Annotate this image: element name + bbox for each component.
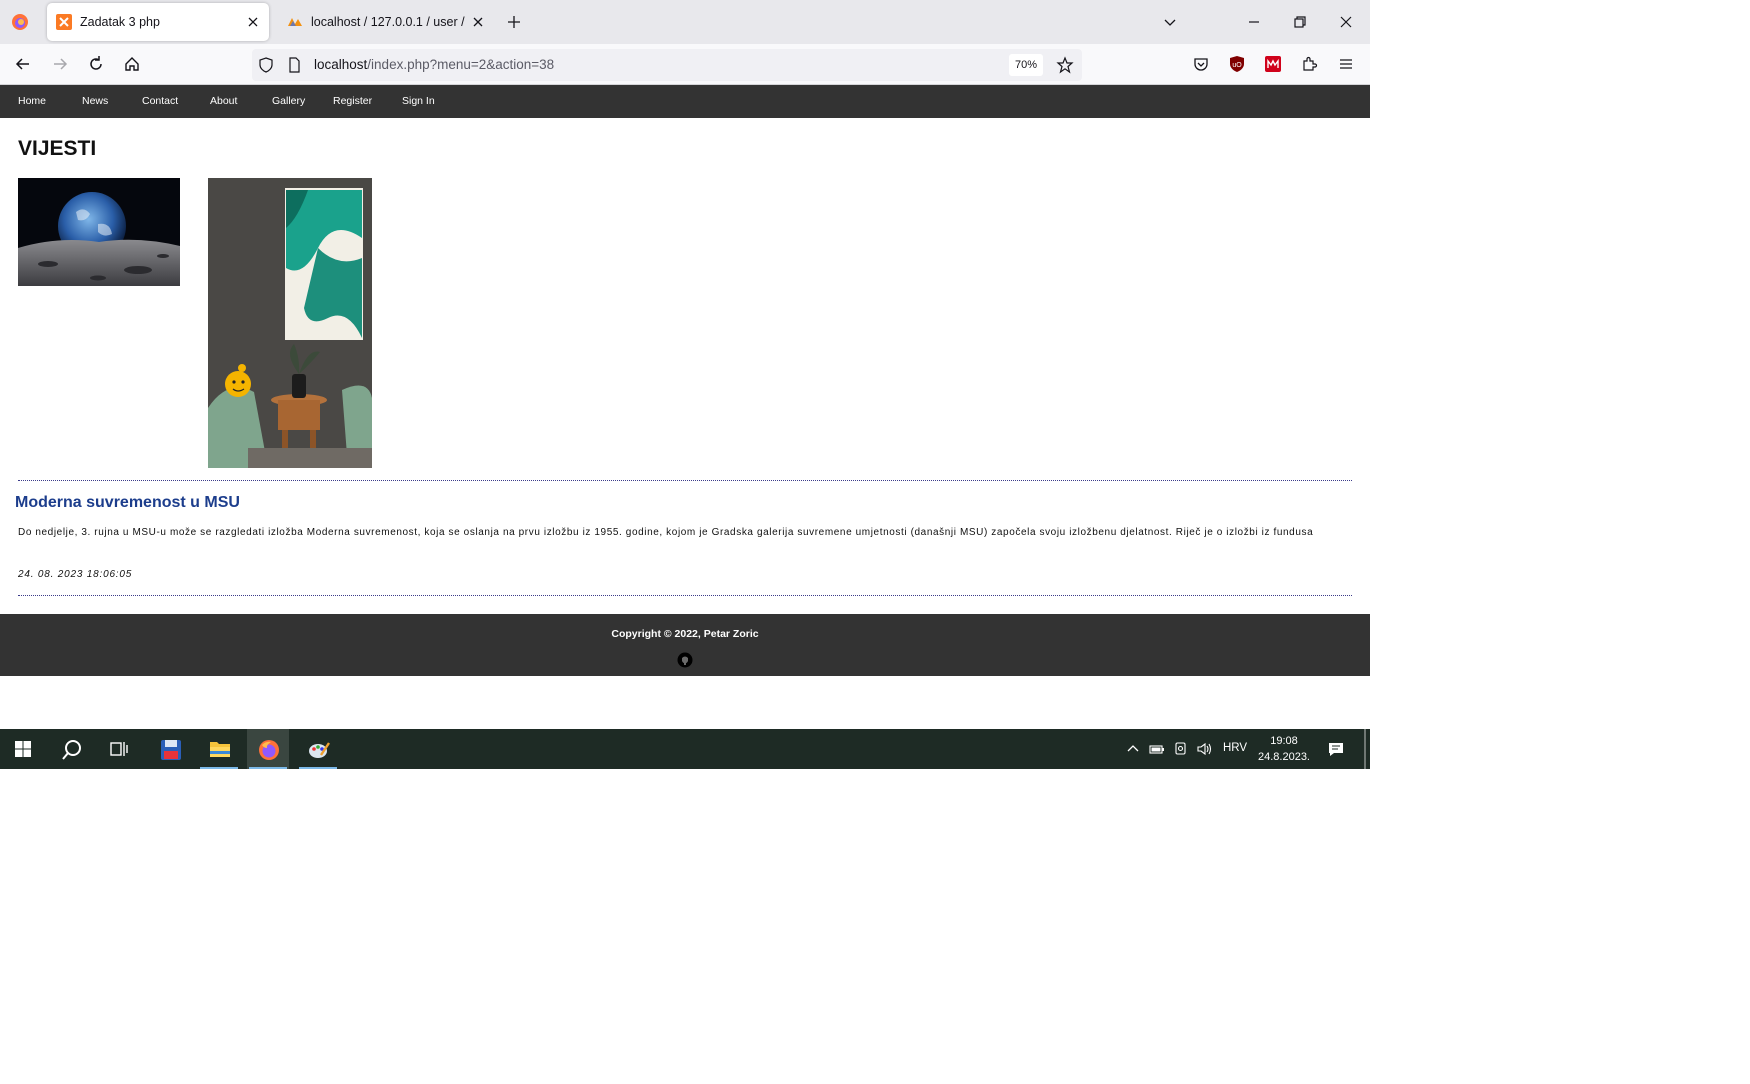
extensions-icon[interactable] (1300, 55, 1318, 73)
page-info-icon[interactable] (286, 57, 302, 73)
show-desktop-button[interactable] (1364, 729, 1366, 769)
close-tab-icon[interactable] (471, 15, 485, 29)
list-all-tabs-icon[interactable] (1162, 14, 1178, 30)
pocket-icon[interactable] (1192, 55, 1210, 73)
chevron-up-icon[interactable] (1125, 741, 1141, 757)
back-icon[interactable] (13, 54, 33, 74)
input-language[interactable]: HRV (1223, 742, 1247, 754)
article-bottom-divider (18, 595, 1352, 596)
running-indicator (249, 767, 287, 769)
interior-artwork-image[interactable] (208, 178, 372, 468)
system-clock[interactable]: 19:08 24.8.2023. (1255, 733, 1313, 765)
nav-home[interactable]: Home (18, 85, 46, 118)
url-text[interactable]: localhost/index.php?menu=2&action=38 (314, 57, 554, 72)
new-tab-icon[interactable] (506, 14, 522, 30)
site-navigation: Home News Contact About Gallery Register… (0, 85, 1370, 118)
taskbar-paint[interactable] (297, 729, 339, 769)
article-title[interactable]: Moderna suvremenost u MSU (15, 494, 240, 512)
running-indicator (299, 767, 337, 769)
windows-start-icon (15, 741, 31, 757)
article-top-divider (18, 480, 1352, 481)
web-page: Home News Contact About Gallery Register… (0, 85, 1370, 677)
page-heading: VIJESTI (18, 137, 97, 160)
metamask-icon[interactable] (1264, 55, 1282, 73)
nav-gallery[interactable]: Gallery (272, 85, 305, 118)
xampp-icon (56, 14, 72, 30)
taskbar-save-app[interactable] (149, 729, 191, 769)
start-button[interactable] (2, 729, 44, 769)
ublock-icon[interactable]: uO (1228, 55, 1246, 73)
copyright-text: Copyright © 2022, Petar Zoric (611, 628, 759, 640)
running-indicator (200, 767, 238, 769)
close-window-icon[interactable] (1338, 14, 1354, 30)
tab-phpmyadmin[interactable]: localhost / 127.0.0.1 / user / users | p… (278, 3, 494, 41)
app-menu-icon[interactable] (1337, 55, 1355, 73)
volume-icon[interactable] (1196, 741, 1212, 757)
browser-tab-bar: Zadatak 3 php localhost / 127.0.0.1 / us… (0, 0, 1370, 44)
earth-from-moon-image[interactable] (18, 178, 180, 286)
camera-icon[interactable] (1173, 741, 1189, 757)
notification-icon[interactable] (1327, 740, 1345, 758)
clock-date: 24.8.2023. (1258, 751, 1310, 763)
taskbar-file-explorer[interactable] (198, 729, 240, 769)
home-icon[interactable] (122, 54, 142, 74)
firefox-view-icon[interactable] (10, 12, 30, 32)
firefox-icon (259, 740, 279, 760)
bookmark-star-icon[interactable] (1056, 56, 1074, 74)
forward-icon[interactable] (50, 54, 70, 74)
clock-time: 19:08 (1270, 735, 1298, 747)
nav-sign-in[interactable]: Sign In (402, 85, 435, 118)
taskbar-firefox[interactable] (247, 729, 289, 769)
close-tab-icon[interactable] (246, 15, 260, 29)
browser-navigation-bar: localhost/index.php?menu=2&action=38 70%… (0, 44, 1370, 85)
tracking-protection-shield-icon[interactable] (258, 57, 274, 73)
address-bar[interactable]: localhost/index.php?menu=2&action=38 70% (252, 49, 1082, 81)
file-explorer-icon (210, 742, 230, 757)
article-body: Do nedjelje, 3. rujna u MSU-u može se ra… (18, 527, 1314, 538)
reload-icon[interactable] (86, 54, 106, 74)
task-view-button[interactable] (98, 729, 140, 769)
paint-icon (309, 742, 330, 758)
zoom-indicator[interactable]: 70% (1009, 54, 1044, 76)
nav-about[interactable]: About (210, 85, 237, 118)
minimize-icon[interactable] (1246, 14, 1262, 30)
article-date: 24. 08. 2023 18:06:05 (18, 569, 133, 580)
tab-title: localhost / 127.0.0.1 / user / users | p… (311, 15, 467, 29)
tab-title: Zadatak 3 php (80, 15, 160, 29)
tab-zadatak[interactable]: Zadatak 3 php (47, 3, 269, 41)
site-footer: Copyright © 2022, Petar Zoric (0, 614, 1370, 676)
search-button[interactable] (50, 729, 92, 769)
phpmyadmin-icon (288, 18, 302, 26)
github-icon[interactable] (677, 652, 693, 668)
save-disk-icon (161, 740, 181, 760)
battery-icon[interactable] (1149, 741, 1165, 757)
url-path: /index.php?menu=2&action=38 (367, 57, 555, 72)
url-host: localhost (314, 57, 368, 72)
nav-contact[interactable]: Contact (142, 85, 178, 118)
search-icon (62, 740, 81, 760)
windows-taskbar: HRV 19:08 24.8.2023. (0, 729, 1370, 769)
task-view-icon (110, 742, 128, 756)
nav-news[interactable]: News (82, 85, 108, 118)
svg-text:uO: uO (1232, 62, 1242, 69)
nav-register[interactable]: Register (333, 85, 372, 118)
restore-icon[interactable] (1292, 14, 1308, 30)
